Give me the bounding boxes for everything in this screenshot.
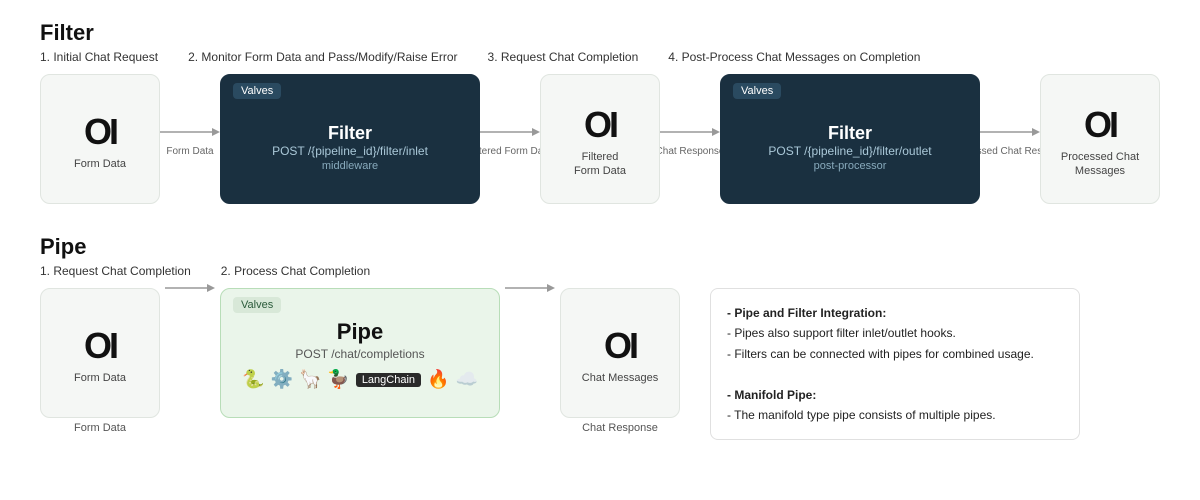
filter-step-3: 3. Request Chat Completion [488, 50, 639, 64]
pipe-steps: 1. Request Chat Completion 2. Process Ch… [40, 264, 1160, 278]
info-heading-1: - Pipe and Filter Integration: [727, 303, 1063, 323]
filter-step-2: 2. Monitor Form Data and Pass/Modify/Rai… [188, 50, 457, 64]
filter-inlet-node: Valves Filter POST /{pipeline_id}/filter… [220, 74, 480, 204]
pipe-chat-messages-node: OI Chat Messages [560, 288, 680, 418]
filter-diagram: OI Form Data Form Data Valves Filter POS… [40, 74, 1160, 204]
fire-icon: 🔥 [427, 369, 449, 390]
arrow-label-1: Form Data [166, 146, 213, 157]
info-heading-2: - Manifold Pipe: [727, 385, 1063, 405]
pipe-arrow-1 [160, 278, 220, 298]
processed-chat-node: OI Processed Chat Messages [1040, 74, 1160, 204]
filter-inlet-title: Filter [328, 123, 372, 144]
pipe-form-data-node: OI Form Data [40, 288, 160, 418]
oi-logo-pipe-chat: OI [604, 328, 636, 364]
pipe-title: Pipe [40, 234, 1160, 260]
pipe-diagram: OI Form Data Form Data Valves Pipe POST … [40, 288, 680, 434]
info-line-2: - Filters can be connected with pipes fo… [727, 344, 1063, 364]
oi-logo-filtered: OI [584, 107, 616, 143]
oi-logo-pipe-form: OI [84, 328, 116, 364]
pipe-section: Pipe 1. Request Chat Completion 2. Proce… [40, 234, 1160, 440]
filter-outlet-title: Filter [828, 123, 872, 144]
form-data-label: Form Data [74, 158, 126, 170]
pipe-valves-badge: Valves [233, 297, 281, 313]
cloud-icon: ☁️ [455, 369, 477, 390]
duck-icon: 🦆 [327, 369, 349, 390]
arrow-4: Processed Chat Response [980, 122, 1040, 157]
pipe-form-arrow-label: Form Data [74, 422, 126, 434]
pipe-step-2: 2. Process Chat Completion [221, 264, 370, 278]
python-icon: 🐍 [242, 369, 264, 390]
filter-step-1: 1. Initial Chat Request [40, 50, 158, 64]
filtered-label-2: Form Data [574, 165, 626, 177]
llama-icon: 🦙 [299, 369, 321, 390]
filter-inlet-endpoint: POST /{pipeline_id}/filter/inlet [272, 144, 428, 158]
filter-section: Filter 1. Initial Chat Request 2. Monito… [40, 20, 1160, 204]
filter-outlet-node: Valves Filter POST /{pipeline_id}/filter… [720, 74, 980, 204]
filter-outlet-endpoint: POST /{pipeline_id}/filter/outlet [768, 144, 931, 158]
pipe-icons: 🐍 ⚙️ 🦙 🦆 LangChain 🔥 ☁️ [242, 369, 478, 390]
form-data-node: OI Form Data [40, 74, 160, 204]
langchain-label: LangChain [356, 373, 421, 387]
valves-badge-outlet: Valves [733, 83, 781, 99]
valves-badge-inlet: Valves [233, 83, 281, 99]
oi-logo-form: OI [84, 114, 116, 150]
filter-step-4: 4. Post-Process Chat Messages on Complet… [668, 50, 920, 64]
pipe-chat-arrow-label: Chat Response [582, 422, 658, 434]
filter-title: Filter [40, 20, 1160, 46]
pipe-chat-messages-label: Chat Messages [582, 372, 658, 384]
pipe-node-title: Pipe [337, 319, 383, 345]
arrow-3: Chat Response [660, 122, 720, 157]
openai-icon: ⚙️ [271, 369, 293, 390]
info-line-3: - The manifold type pipe consists of mul… [727, 405, 1063, 425]
filtered-label-1: Filtered [582, 151, 619, 163]
filter-outlet-sub: post-processor [814, 160, 887, 172]
processed-label-1: Processed Chat [1061, 151, 1139, 163]
info-line-1: - Pipes also support filter inlet/outlet… [727, 323, 1063, 343]
oi-logo-processed: OI [1084, 107, 1116, 143]
arrow-2: Filtered Form Data [480, 122, 540, 157]
arrow-label-3: Chat Response [656, 146, 725, 157]
pipe-step-1: 1. Request Chat Completion [40, 264, 191, 278]
processed-label-2: Messages [1075, 165, 1125, 177]
pipe-info-box: - Pipe and Filter Integration: - Pipes a… [710, 288, 1080, 440]
filter-steps: 1. Initial Chat Request 2. Monitor Form … [40, 50, 1160, 64]
filtered-form-data-node: OI Filtered Form Data [540, 74, 660, 204]
pipe-form-data-label: Form Data [74, 372, 126, 384]
pipe-node: Valves Pipe POST /chat/completions 🐍 ⚙️ … [220, 288, 500, 418]
arrow-1: Form Data [160, 122, 220, 157]
pipe-node-endpoint: POST /chat/completions [295, 347, 424, 361]
pipe-arrow-2 [500, 278, 560, 298]
filter-inlet-sub: middleware [322, 160, 378, 172]
